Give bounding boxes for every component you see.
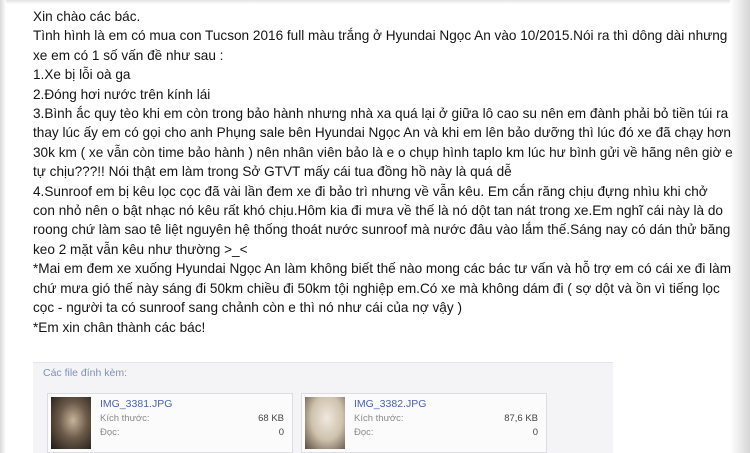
- attachment-item[interactable]: IMG_3382.JPG Kích thước: 87,6 KB Đọc: 0: [301, 393, 547, 453]
- attachment-views-value: 0: [532, 427, 538, 438]
- post-greeting: Xin chào các bác.: [33, 9, 141, 24]
- forum-post-body: Xin chào các bác. Tình hình là em có mua…: [33, 7, 733, 337]
- attachment-size-value: 68 KB: [258, 413, 284, 424]
- attachment-views-label: Đọc:: [100, 427, 120, 438]
- top-shadow-edge: [0, 0, 750, 4]
- post-issue-2: 2.Đóng hơi nước trên kính lái: [33, 86, 211, 102]
- attachment-size-value: 87,6 KB: [504, 413, 538, 424]
- attachment-views-label: Đọc:: [354, 427, 374, 438]
- post-request: *Mai em đem xe xuống Hyundai Ngọc An làm…: [33, 261, 732, 316]
- attachments-header: Các file đính kèm:: [43, 367, 128, 379]
- attachment-size-label: Kích thước:: [354, 413, 404, 424]
- post-issue-1: 1.Xe bị lỗi oà ga: [33, 67, 131, 83]
- left-shadow-edge: [0, 0, 6, 453]
- post-issue-3: 3.Bình ắc quy tèo khi em còn trong bảo h…: [33, 106, 733, 180]
- attachments-panel: Các file đính kèm: IMG_3381.JPG Kích thư…: [33, 362, 613, 453]
- right-shadow-edge: [730, 0, 750, 453]
- post-intro: Tình hình là em có mua con Tucson 2016 f…: [33, 28, 728, 63]
- attachment-item[interactable]: IMG_3381.JPG Kích thước: 68 KB Đọc: 0: [47, 393, 293, 453]
- screenshot-frame: Xin chào các bác. Tình hình là em có mua…: [0, 0, 750, 453]
- attachment-size-label: Kích thước:: [100, 413, 150, 424]
- attachment-filename-link[interactable]: IMG_3381.JPG: [100, 398, 172, 410]
- attachment-filename-link[interactable]: IMG_3382.JPG: [354, 398, 426, 410]
- attachment-thumbnail[interactable]: [305, 397, 345, 449]
- post-closing: *Em xin chân thành các bác!: [33, 319, 206, 335]
- attachment-views-value: 0: [278, 427, 284, 438]
- attachment-thumbnail[interactable]: [51, 397, 91, 449]
- post-issue-4: 4.Sunroof em bị kêu lọc cọc đã vài lần đ…: [33, 183, 731, 257]
